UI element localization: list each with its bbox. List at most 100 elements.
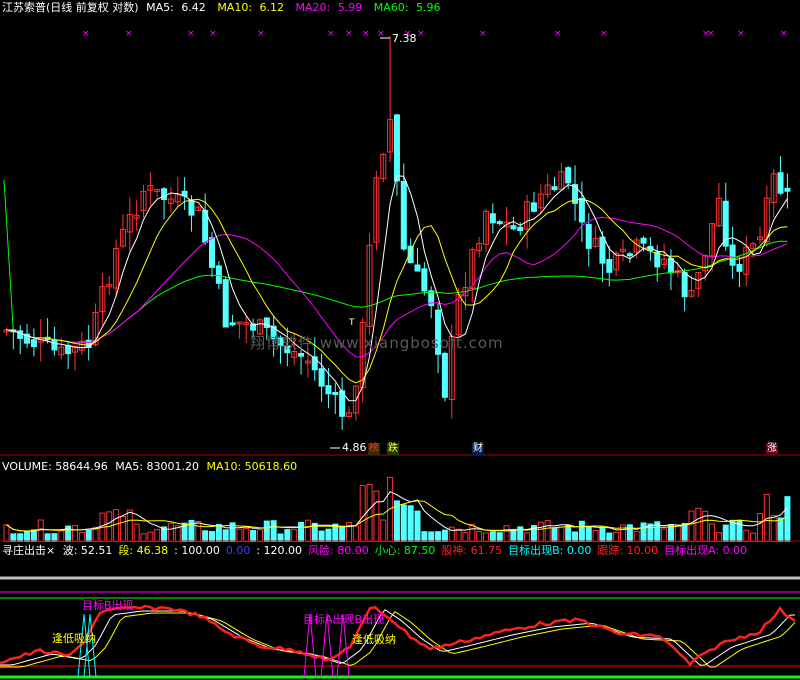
volume-bar xyxy=(441,529,448,542)
volume-bar xyxy=(366,483,373,542)
volume-bar xyxy=(126,509,133,542)
candle-body xyxy=(421,268,428,292)
candle-body xyxy=(85,339,92,348)
signal-marker-2: × xyxy=(187,29,195,39)
candle-body xyxy=(222,279,229,328)
signal-marker-3: × xyxy=(209,29,217,39)
signal-marker-6: × xyxy=(345,29,353,39)
volume-bar xyxy=(558,526,565,542)
candle-body xyxy=(393,114,400,182)
candle-body xyxy=(51,339,58,351)
volume-bar xyxy=(770,515,777,542)
candle-body xyxy=(654,251,661,268)
signal-marker-13: × xyxy=(600,29,608,39)
candle-body xyxy=(325,385,332,395)
candle-body xyxy=(263,317,270,328)
volume-bar xyxy=(640,522,647,542)
candle-body xyxy=(578,197,585,223)
signal-marker-7: × xyxy=(362,29,370,39)
signal-marker-16: × xyxy=(737,29,745,39)
high-price-label: 7.38 xyxy=(392,32,417,45)
volume-bar xyxy=(195,520,202,542)
ma10-line xyxy=(6,198,788,384)
tag-die[interactable]: 跌 xyxy=(387,443,399,455)
candle-body xyxy=(496,221,503,225)
candle-body xyxy=(510,225,517,230)
volume-bar xyxy=(380,519,387,542)
tag-cai[interactable]: 财 xyxy=(472,443,484,455)
volume-bar xyxy=(674,525,681,542)
signal-marker-12: × xyxy=(554,29,562,39)
signal-marker-17: × xyxy=(780,29,788,39)
volume-bar xyxy=(325,528,332,542)
volume-bar xyxy=(743,529,750,542)
tag-bang[interactable]: 榜 xyxy=(368,443,380,455)
candle-body xyxy=(65,344,72,355)
volume-bar xyxy=(133,523,140,542)
candle-body xyxy=(400,180,407,250)
signal-marker-15: × xyxy=(707,29,715,39)
candle-body xyxy=(640,237,647,244)
indicator-wave-line xyxy=(0,609,796,666)
volume-bar xyxy=(709,523,716,542)
tag-zhang[interactable]: 涨 xyxy=(766,443,778,455)
candle-body xyxy=(777,172,784,194)
volume-bar xyxy=(592,530,599,542)
candle-body xyxy=(17,330,24,339)
candle-body xyxy=(565,167,572,184)
candle-body xyxy=(229,322,236,326)
volume-bar xyxy=(469,523,476,542)
signal-marker-5: × xyxy=(327,29,335,39)
volume-bar xyxy=(263,520,270,542)
candle-body xyxy=(606,259,613,273)
volume-bar xyxy=(256,529,263,542)
volume-bar xyxy=(58,530,65,542)
volume-bar xyxy=(551,527,558,542)
candlestick-chart[interactable]: × × × × × × × × × × × × × × ×× × × xyxy=(0,0,800,456)
volume-bar xyxy=(784,496,791,542)
candle-body xyxy=(585,224,592,249)
volume-bar xyxy=(633,530,640,542)
candle-body xyxy=(209,237,215,268)
volume-bar xyxy=(503,525,510,542)
ma5-line xyxy=(6,175,788,402)
t-marker: T xyxy=(349,318,355,328)
volume-bar xyxy=(222,529,229,542)
volume-chart[interactable] xyxy=(0,472,800,542)
volume-bar xyxy=(688,510,695,542)
volume-bar xyxy=(681,522,688,542)
volume-bar xyxy=(215,524,222,542)
signal-marker-0: × xyxy=(82,29,90,39)
candle-body xyxy=(161,188,168,201)
candle-body xyxy=(681,272,688,298)
volume-bar xyxy=(3,524,10,542)
volume-bar xyxy=(661,528,668,542)
annotation-target-b: 目标B出现 xyxy=(82,599,134,612)
candle-body xyxy=(489,213,496,224)
candle-body xyxy=(414,264,421,272)
volume-bar xyxy=(250,530,257,542)
candle-body xyxy=(530,202,537,212)
volume-bar xyxy=(722,524,729,542)
signal-marker-4: × xyxy=(257,29,265,39)
volume-bar xyxy=(565,524,572,542)
volume-bar xyxy=(339,525,346,542)
volume-bar xyxy=(202,530,209,542)
candle-body xyxy=(215,265,222,284)
volume-bar xyxy=(236,528,243,542)
volume-bar xyxy=(318,530,325,542)
volume-bar xyxy=(352,525,359,542)
volume-bar xyxy=(455,528,462,542)
low-price-label: 4.86 xyxy=(342,441,367,454)
candle-body xyxy=(318,368,325,387)
candle-body xyxy=(188,199,195,216)
signal-marker-1: × xyxy=(125,29,133,39)
volume-bar xyxy=(119,516,126,542)
volume-bar xyxy=(291,529,298,542)
volume-bar xyxy=(489,531,496,542)
indicator-main-line xyxy=(0,604,796,667)
indicator-chart[interactable] xyxy=(0,556,800,680)
volume-bar xyxy=(37,519,44,542)
volume-bar xyxy=(647,523,654,542)
volume-bar xyxy=(24,530,31,542)
